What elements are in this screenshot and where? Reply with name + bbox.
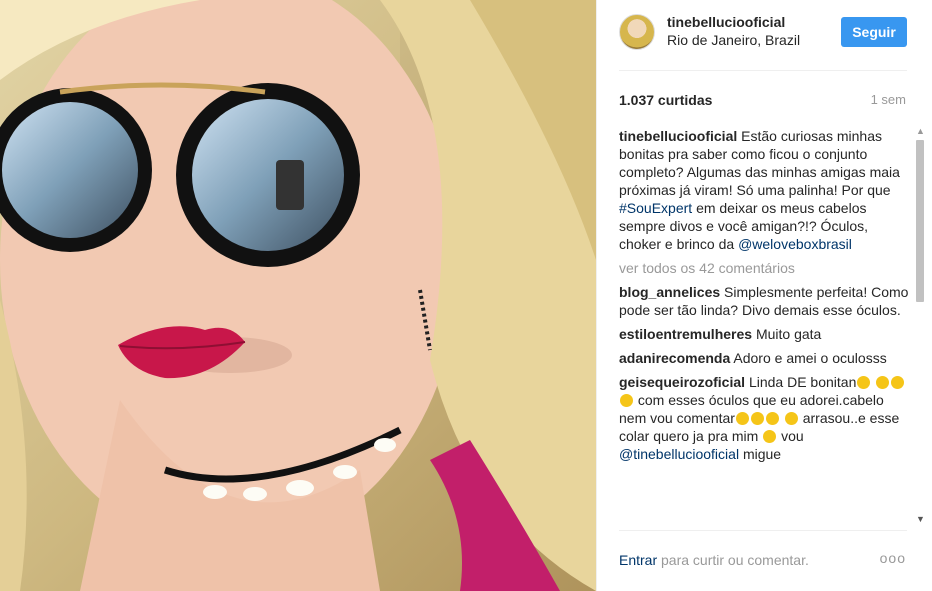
divider [619, 70, 907, 71]
comments-list: tinebelluciooficial Estão curiosas minha… [619, 127, 909, 523]
likes-count[interactable]: 1.037 curtidas [619, 92, 712, 108]
caption-hashtag[interactable]: #SouExpert [619, 200, 692, 216]
grinning-emoji-icon [857, 376, 871, 389]
grinning-emoji-icon [620, 394, 633, 407]
divider [619, 530, 907, 531]
comment-text: migue [742, 446, 782, 462]
caption-username[interactable]: tinebelluciooficial [619, 128, 737, 144]
tongue-emoji-icon [763, 430, 777, 443]
scroll-down-arrow-icon[interactable]: ▼ [916, 514, 925, 524]
post-photo[interactable] [0, 0, 596, 591]
comment-username[interactable]: estiloentremulheres [619, 326, 752, 342]
comment-text: Muito gata [755, 326, 822, 342]
more-options-icon[interactable]: ooo [880, 550, 906, 566]
comment-username[interactable]: geisequeirozoficial [619, 374, 745, 390]
login-prompt: Entrar para curtir ou comentar. [619, 552, 809, 568]
comment-text: Linda DE bonitan [748, 374, 857, 390]
laughing-emoji-icon [765, 412, 779, 425]
laughing-emoji-icon [735, 412, 749, 425]
comment-item: geisequeirozoficial Linda DE bonitan com… [619, 373, 909, 463]
post-time[interactable]: 1 sem [871, 92, 906, 107]
login-link[interactable]: Entrar [619, 552, 657, 568]
grinning-emoji-icon [876, 376, 890, 389]
comment-text: Adoro e amei o oculosss [733, 350, 887, 366]
view-all-comments-link[interactable]: ver todos os 42 comentários [619, 259, 909, 277]
scroll-up-arrow-icon[interactable]: ▲ [916, 126, 925, 136]
post-username[interactable]: tinebelluciooficial [667, 14, 785, 30]
scrollbar-thumb[interactable] [916, 140, 924, 302]
comments-scrollbar[interactable]: ▲ ▼ [914, 126, 926, 524]
laughing-emoji-icon [784, 412, 798, 425]
comment-item: blog_annelices Simplesmente perfeita! Co… [619, 283, 909, 319]
comment-username[interactable]: blog_annelices [619, 284, 720, 300]
post-location[interactable]: Rio de Janeiro, Brazil [667, 32, 800, 48]
post-header: tinebelluciooficial Rio de Janeiro, Braz… [597, 0, 932, 70]
caption: tinebelluciooficial Estão curiosas minha… [619, 127, 909, 253]
laughing-emoji-icon [750, 412, 764, 425]
selfie-image [0, 0, 596, 591]
comment-username[interactable]: adanirecomenda [619, 350, 730, 366]
avatar[interactable] [619, 14, 655, 50]
grinning-emoji-icon [891, 376, 905, 389]
comment-text: vou [781, 428, 804, 444]
post-side-panel: tinebelluciooficial Rio de Janeiro, Braz… [596, 0, 932, 591]
comment-mention[interactable]: @tinebelluciooficial [619, 446, 739, 462]
follow-button[interactable]: Seguir [841, 17, 907, 47]
comment-item: adanirecomenda Adoro e amei o oculosss [619, 349, 909, 367]
login-prompt-text: para curtir ou comentar. [661, 552, 809, 568]
comment-item: estiloentremulheres Muito gata [619, 325, 909, 343]
caption-mention[interactable]: @weloveboxbrasil [738, 236, 852, 252]
